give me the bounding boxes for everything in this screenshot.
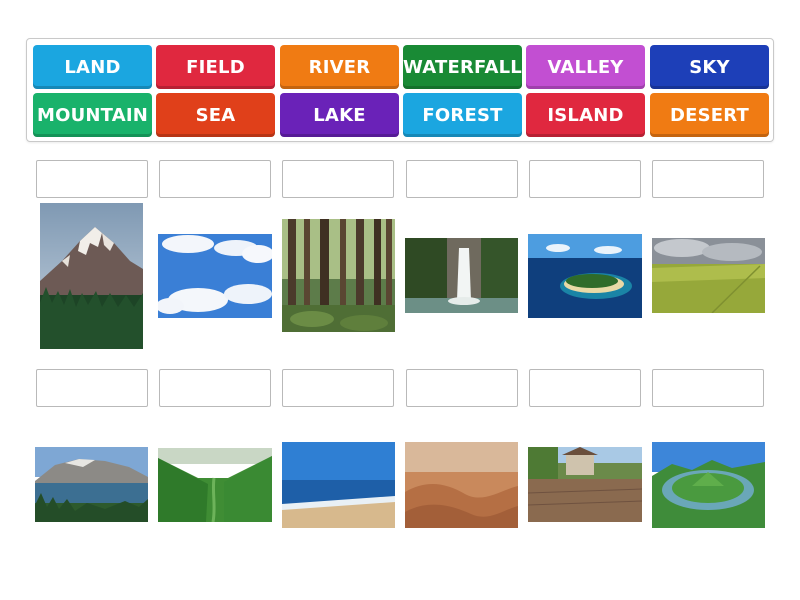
drop-target-11[interactable] — [529, 369, 641, 407]
tile-label: FOREST — [422, 104, 503, 126]
tile-label: WATERFALL — [403, 56, 522, 78]
tile-label: ISLAND — [547, 104, 624, 126]
tile-sky[interactable]: SKY — [650, 45, 769, 89]
drop-target-1[interactable] — [36, 160, 148, 198]
tile-label: DESERT — [669, 104, 750, 126]
sky-photo — [158, 234, 272, 318]
tile-desert[interactable]: DESERT — [650, 93, 769, 137]
tile-label: RIVER — [308, 56, 371, 78]
tile-valley[interactable]: VALLEY — [526, 45, 645, 89]
drop-target-2[interactable] — [159, 160, 271, 198]
drop-target-5[interactable] — [529, 160, 641, 198]
drop-target-10[interactable] — [406, 369, 518, 407]
drop-target-8[interactable] — [159, 369, 271, 407]
forest-photo — [282, 219, 395, 332]
tile-sea[interactable]: SEA — [156, 93, 275, 137]
lake-photo — [35, 447, 148, 522]
tile-field[interactable]: FIELD — [156, 45, 275, 89]
word-bank: LAND FIELD RIVER WATERFALL VALLEY SKY MO… — [26, 38, 774, 142]
drop-target-4[interactable] — [406, 160, 518, 198]
tile-label: SKY — [689, 56, 730, 78]
island-photo — [528, 234, 642, 318]
match-up-activity: LAND FIELD RIVER WATERFALL VALLEY SKY MO… — [0, 0, 800, 600]
tile-waterfall[interactable]: WATERFALL — [403, 45, 522, 89]
sea-photo — [282, 442, 395, 528]
drop-target-12[interactable] — [652, 369, 764, 407]
tile-river[interactable]: RIVER — [280, 45, 399, 89]
tile-lake[interactable]: LAKE — [280, 93, 399, 137]
tile-label: FIELD — [186, 56, 245, 78]
river-photo — [652, 442, 765, 528]
tile-island[interactable]: ISLAND — [526, 93, 645, 137]
field-photo — [652, 238, 765, 313]
valley-photo — [158, 448, 272, 522]
waterfall-photo — [405, 238, 518, 313]
desert-photo — [405, 442, 518, 528]
drop-target-7[interactable] — [36, 369, 148, 407]
tile-forest[interactable]: FOREST — [403, 93, 522, 137]
tile-label: VALLEY — [547, 56, 624, 78]
mountain-photo — [40, 203, 143, 349]
tile-label: SEA — [195, 104, 236, 126]
drop-target-6[interactable] — [652, 160, 764, 198]
tile-land[interactable]: LAND — [33, 45, 152, 89]
tile-label: MOUNTAIN — [36, 104, 149, 126]
drop-target-9[interactable] — [282, 369, 394, 407]
tile-label: LAND — [64, 56, 121, 78]
tile-label: LAKE — [313, 104, 366, 126]
tile-mountain[interactable]: MOUNTAIN — [33, 93, 152, 137]
land-photo — [528, 447, 642, 522]
drop-target-3[interactable] — [282, 160, 394, 198]
